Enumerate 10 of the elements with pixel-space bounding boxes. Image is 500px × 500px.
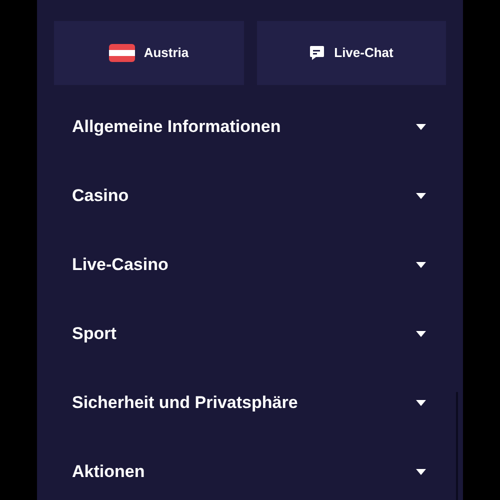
flag-icon (108, 44, 135, 62)
accordion-header[interactable]: Sport (72, 299, 426, 368)
accordion-header[interactable]: Aktionen (72, 437, 426, 500)
accordion-header[interactable]: Allgemeine Informationen (72, 92, 426, 161)
live-chat-button[interactable]: Live-Chat (256, 21, 446, 85)
accordion-header[interactable]: Live-Casino (72, 230, 426, 299)
country-button[interactable]: Austria (54, 21, 244, 85)
chat-icon (309, 45, 326, 61)
accordion-header[interactable]: Casino (72, 161, 426, 230)
accordion-header[interactable]: Sicherheit und Privatsphäre (72, 368, 426, 437)
